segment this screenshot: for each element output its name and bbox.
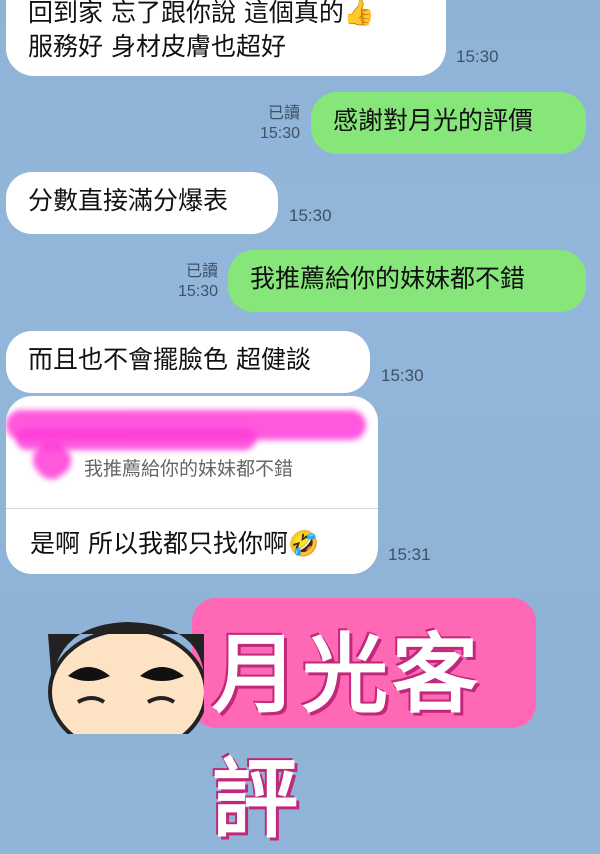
- sticker[interactable]: 月光客評: [192, 598, 536, 850]
- message-line: 回到家 忘了跟你說 這個真的👍: [28, 0, 376, 27]
- message-bubble-incoming[interactable]: 分數直接滿分爆表: [6, 172, 278, 234]
- message-text: 而且也不會擺臉色 超健談: [28, 345, 311, 374]
- message-timestamp: 15:30: [177, 283, 218, 300]
- message-text: 感謝對月光的評價: [333, 106, 534, 135]
- message-timestamp: 15:30: [381, 366, 424, 385]
- read-label: 已讀: [185, 263, 218, 280]
- message-timestamp: 15:30: [259, 125, 300, 142]
- message-bubble-incoming[interactable]: 而且也不會擺臉色 超健談: [6, 331, 370, 393]
- read-label: 已讀: [267, 105, 300, 122]
- message-text: 我推薦給你的妹妹都不錯: [250, 264, 526, 293]
- sticker-text: 月光客評: [212, 625, 482, 850]
- message-timestamp: 15:30: [289, 206, 332, 225]
- message-bubble-outgoing[interactable]: 我推薦給你的妹妹都不錯: [228, 250, 586, 312]
- reply-message-bubble[interactable]: 我推薦給你的妹妹都不錯 是啊 所以我都只找你啊🤣: [6, 396, 378, 574]
- message-bubble-outgoing[interactable]: 感謝對月光的評價: [311, 92, 586, 154]
- message-timestamp: 15:30: [456, 47, 499, 66]
- quoted-message[interactable]: 我推薦給你的妹妹都不錯: [6, 396, 378, 509]
- message-text: 是啊 所以我都只找你啊🤣: [30, 529, 320, 558]
- quoted-message-text: 我推薦給你的妹妹都不錯: [84, 458, 294, 480]
- crayon-shin-chan-sticker-icon: [48, 622, 204, 734]
- message-line: 服務好 身材皮膚也超好: [28, 32, 286, 61]
- read-receipt: 已讀 15:30: [248, 104, 300, 144]
- message-timestamp: 15:31: [388, 545, 431, 564]
- read-receipt: 已讀 15:30: [166, 262, 218, 302]
- message-text: 分數直接滿分爆表: [28, 186, 229, 215]
- message-bubble-incoming[interactable]: 回到家 忘了跟你說 這個真的👍 服務好 身材皮膚也超好: [6, 0, 446, 76]
